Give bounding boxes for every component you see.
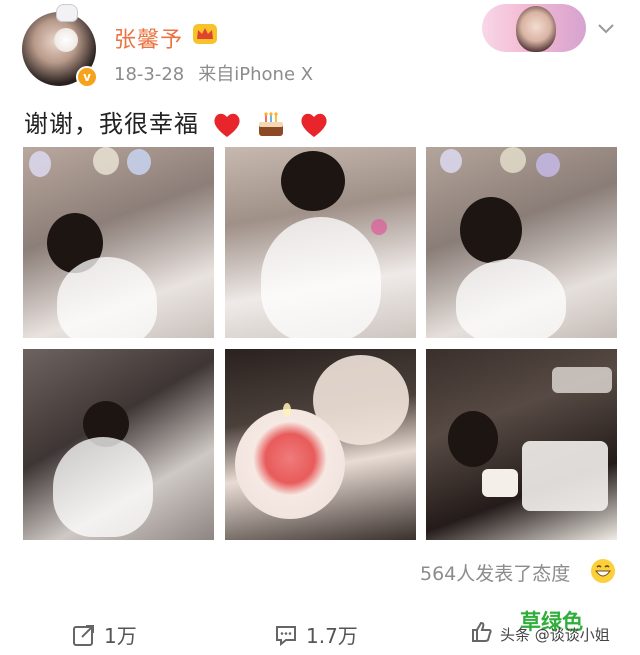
balloon-decoration bbox=[371, 219, 387, 235]
person-figure bbox=[53, 437, 153, 537]
love-balloon-letters bbox=[552, 367, 612, 393]
post-header: v 张馨予 18-3-28 来自iPhone X bbox=[0, 0, 640, 100]
balloon-decoration bbox=[500, 147, 526, 173]
comment-count: 1.7万 bbox=[306, 624, 358, 648]
person-hair bbox=[460, 197, 522, 263]
chevron-down-icon[interactable] bbox=[598, 24, 614, 34]
balloon-decoration bbox=[93, 147, 119, 175]
repost-button[interactable]: 1万 bbox=[72, 620, 137, 649]
heart-icon bbox=[301, 113, 327, 137]
watermark-source: 头条 @谈谈小姐 bbox=[500, 626, 610, 644]
post-date: 18-3-28 bbox=[114, 64, 185, 85]
person-figure bbox=[57, 257, 157, 338]
post-text: 谢谢，我很幸福 bbox=[24, 104, 329, 140]
verified-badge-icon: v bbox=[76, 66, 98, 88]
repost-count: 1万 bbox=[104, 624, 137, 648]
person-figure bbox=[261, 217, 381, 338]
post-meta: 18-3-28 来自iPhone X bbox=[114, 60, 313, 86]
thumbs-up-icon bbox=[472, 621, 492, 642]
post-source[interactable]: 来自iPhone X bbox=[198, 64, 313, 85]
person-figure bbox=[456, 259, 566, 338]
photo-1[interactable] bbox=[23, 147, 214, 338]
heart-icon bbox=[214, 113, 240, 137]
post-text-content: 谢谢，我很幸福 bbox=[24, 110, 199, 138]
light-up-letters bbox=[522, 441, 608, 511]
photo-2[interactable] bbox=[225, 147, 416, 338]
profile-card-banner[interactable] bbox=[482, 4, 586, 52]
person-hair bbox=[281, 151, 345, 211]
comment-button[interactable]: 1.7万 bbox=[274, 620, 358, 649]
cake-icon bbox=[259, 112, 284, 136]
flower-decoration bbox=[54, 28, 78, 52]
person-hair bbox=[448, 411, 498, 467]
photo-5[interactable] bbox=[225, 349, 416, 540]
grin-emoji-icon[interactable] bbox=[590, 558, 616, 584]
crown-icon bbox=[193, 24, 217, 44]
photo-4[interactable] bbox=[23, 349, 214, 540]
cat-pendant-icon bbox=[56, 4, 78, 22]
like-button[interactable] bbox=[470, 620, 502, 645]
photo-6[interactable] bbox=[426, 349, 617, 540]
banner-portrait bbox=[516, 6, 556, 52]
birthday-cake bbox=[235, 409, 345, 519]
balloon-decoration bbox=[440, 149, 462, 173]
candle-flame bbox=[283, 403, 291, 417]
birthday-cake bbox=[482, 469, 518, 497]
comment-icon bbox=[276, 626, 296, 647]
reactions-summary[interactable]: 564人发表了态度 bbox=[420, 559, 570, 586]
username[interactable]: 张馨予 bbox=[114, 22, 183, 54]
balloon-decoration bbox=[536, 153, 560, 177]
balloon-decoration bbox=[127, 149, 151, 175]
photo-3[interactable] bbox=[426, 147, 617, 338]
balloon-decoration bbox=[29, 151, 51, 177]
repost-icon bbox=[73, 625, 94, 646]
